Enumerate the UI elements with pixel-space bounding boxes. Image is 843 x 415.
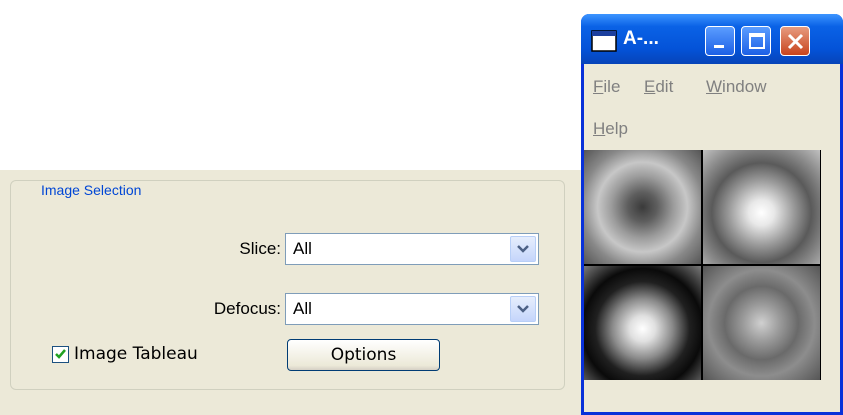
menu-edit[interactable]: Edit bbox=[644, 77, 673, 97]
menu-file[interactable]: File bbox=[593, 77, 620, 97]
close-icon bbox=[787, 33, 804, 50]
chevron-down-icon bbox=[517, 245, 529, 253]
slice-dropdown-arrow[interactable] bbox=[510, 236, 536, 262]
slice-label: Slice: bbox=[239, 239, 281, 258]
defocus-dropdown[interactable]: All bbox=[285, 293, 539, 325]
menu-window-mnemonic: W bbox=[706, 77, 723, 96]
defocus-value: All bbox=[293, 299, 312, 318]
minimize-button[interactable] bbox=[705, 26, 735, 56]
menu-edit-mnemonic: E bbox=[644, 77, 656, 96]
window-title: A-... bbox=[623, 28, 659, 49]
tableau-tile-2 bbox=[703, 150, 820, 264]
defocus-dropdown-arrow[interactable] bbox=[510, 296, 536, 322]
tableau-tile-3 bbox=[584, 266, 701, 380]
checkmark-icon bbox=[55, 349, 66, 359]
image-window: A-... File Edit Window Help bbox=[581, 14, 843, 415]
options-button[interactable]: Options bbox=[287, 339, 440, 371]
image-tableau-label[interactable]: Image Tableau bbox=[74, 344, 198, 364]
tableau-tile-1 bbox=[584, 150, 701, 264]
defocus-label: Defocus: bbox=[213, 299, 281, 318]
menu-help-mnemonic: H bbox=[593, 119, 606, 138]
title-bar[interactable]: A-... bbox=[581, 14, 843, 64]
image-tableau-view[interactable] bbox=[584, 150, 821, 380]
app-window-icon bbox=[591, 30, 617, 52]
menu-file-mnemonic: F bbox=[593, 77, 604, 96]
chevron-down-icon bbox=[517, 305, 529, 313]
close-button[interactable] bbox=[780, 26, 810, 56]
image-selection-panel: Image Selection Slice: All Defocus: All … bbox=[0, 170, 581, 415]
maximize-button[interactable] bbox=[741, 26, 771, 56]
minimize-icon bbox=[714, 45, 724, 48]
menu-help[interactable]: Help bbox=[593, 119, 628, 139]
image-tableau-checkbox[interactable] bbox=[52, 346, 69, 363]
tableau-tile-4 bbox=[703, 266, 820, 380]
slice-value: All bbox=[293, 239, 312, 258]
menu-bar: File Edit Window Help bbox=[584, 64, 840, 150]
group-title: Image Selection bbox=[37, 182, 146, 198]
slice-dropdown[interactable]: All bbox=[285, 233, 539, 265]
menu-window[interactable]: Window bbox=[706, 77, 766, 97]
maximize-icon bbox=[749, 33, 765, 49]
